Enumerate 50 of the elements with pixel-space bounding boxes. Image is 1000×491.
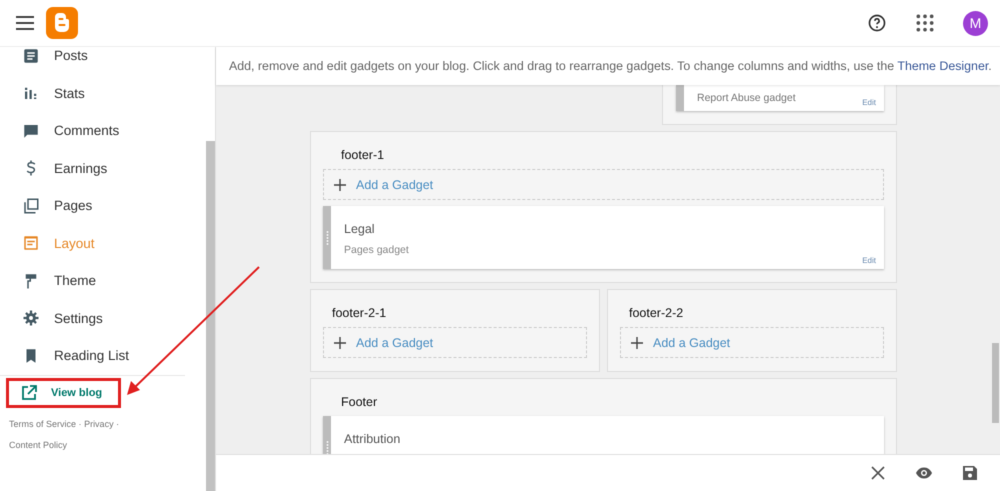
gadget-card[interactable]: Report Abuse gadget Edit (676, 85, 884, 111)
menu-icon[interactable] (16, 16, 34, 30)
plus-icon (334, 178, 346, 190)
add-gadget-button[interactable]: Add a Gadget (323, 327, 587, 358)
gadget-title: Attribution (344, 432, 400, 446)
settings-icon (22, 309, 40, 328)
gadget-type: Report Abuse gadget (697, 92, 796, 104)
separator-dot: · (78, 418, 82, 428)
theme-designer-link[interactable]: Theme Designer (897, 59, 988, 73)
separator-dot: · (116, 418, 120, 428)
section-title: footer-1 (341, 148, 384, 162)
apps-icon[interactable] (915, 13, 935, 33)
drag-handle[interactable] (676, 85, 684, 111)
drag-handle[interactable] (323, 206, 331, 269)
logo-icon[interactable] (46, 7, 78, 39)
nav-item[interactable]: Comments (0, 112, 205, 150)
nav-item[interactable]: Theme (0, 262, 205, 300)
document-icon (22, 47, 40, 65)
save-icon[interactable] (962, 465, 978, 481)
section-title: Footer (341, 395, 378, 409)
view-blog-link[interactable]: View blog (9, 380, 102, 404)
plus-icon (631, 336, 643, 348)
plus-icon (334, 336, 346, 348)
edit-link[interactable]: Edit (862, 256, 876, 265)
document-icon (22, 234, 40, 252)
section-title: footer-2-1 (332, 306, 386, 320)
gadget-card[interactable]: Legal Pages gadget Edit (323, 206, 884, 269)
gadget-title: Legal (344, 222, 375, 236)
add-gadget-button[interactable]: Add a Gadget (620, 327, 884, 358)
gadget-type: Pages gadget (344, 244, 409, 256)
nav-item[interactable]: Pages (0, 187, 205, 224)
footer-link[interactable]: Privacy (84, 418, 114, 428)
help-icon[interactable] (867, 13, 887, 33)
close-icon[interactable] (870, 465, 886, 481)
avatar[interactable]: M (963, 10, 988, 36)
nav-item[interactable]: Settings (0, 300, 205, 337)
edit-link[interactable]: Edit (862, 98, 876, 107)
pages-icon (22, 196, 40, 215)
footer-link[interactable]: Content Policy (9, 440, 68, 450)
external-link-icon (21, 384, 37, 400)
footer-link[interactable]: Terms of Service (9, 418, 76, 428)
eye-icon[interactable] (916, 465, 932, 481)
nav-item[interactable]: Earnings (0, 150, 205, 187)
nav-item[interactable]: Reading List (0, 337, 205, 374)
nav-item[interactable]: Stats (0, 74, 205, 112)
section-title: footer-2-2 (629, 306, 684, 320)
scrollbar[interactable] (206, 141, 215, 491)
nav-item[interactable]: Posts (0, 47, 205, 74)
add-gadget-button[interactable]: Add a Gadget (323, 169, 884, 200)
info-text: Add, remove and edit gadgets on your blog. Click and drag to rearrange gadgets. To change columns and widths, use the Theme Designer. (229, 59, 992, 73)
